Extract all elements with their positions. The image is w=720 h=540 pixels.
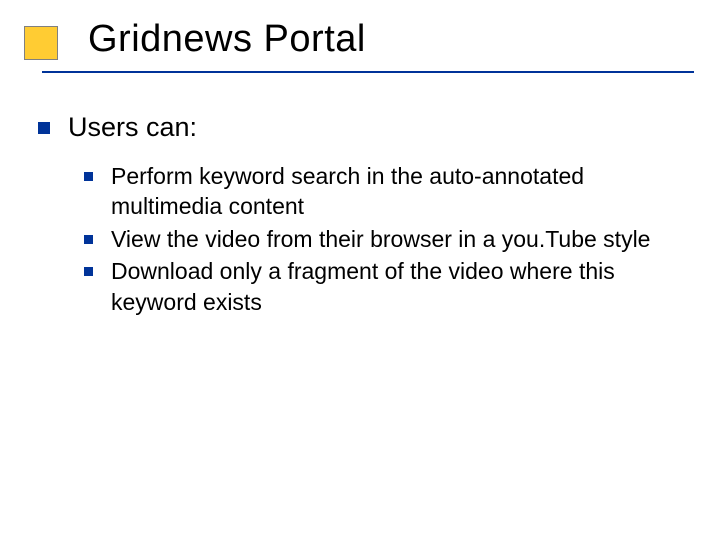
slide-content: Users can: Perform keyword search in the… bbox=[0, 92, 720, 317]
slide-title: Gridnews Portal bbox=[88, 18, 366, 61]
title-underline bbox=[42, 71, 694, 73]
level2-container: Perform keyword search in the auto-annot… bbox=[38, 155, 690, 317]
bullet-level1: Users can: bbox=[38, 110, 690, 145]
level2-text: Download only a fragment of the video wh… bbox=[111, 256, 690, 317]
level2-text: View the video from their browser in a y… bbox=[111, 224, 650, 254]
title-accent-box bbox=[24, 26, 58, 60]
bullet-level2: Perform keyword search in the auto-annot… bbox=[84, 161, 690, 222]
square-bullet-icon bbox=[38, 122, 50, 134]
level2-text: Perform keyword search in the auto-annot… bbox=[111, 161, 690, 222]
level1-text: Users can: bbox=[68, 110, 197, 145]
slide-title-area: Gridnews Portal bbox=[0, 0, 720, 92]
bullet-level2: View the video from their browser in a y… bbox=[84, 224, 690, 254]
square-bullet-icon bbox=[84, 267, 93, 276]
bullet-level2: Download only a fragment of the video wh… bbox=[84, 256, 690, 317]
square-bullet-icon bbox=[84, 172, 93, 181]
square-bullet-icon bbox=[84, 235, 93, 244]
